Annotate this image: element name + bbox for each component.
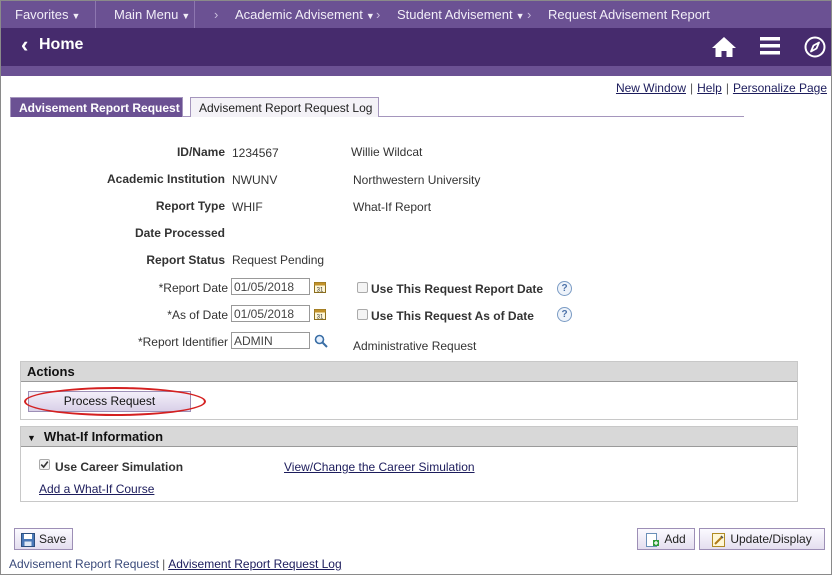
as-of-date-input[interactable] [231,305,310,322]
actions-header: Actions [21,362,797,382]
use-career-simulation-label: Use Career Simulation [55,460,184,474]
report-identifier-label: *Report Identifier [137,335,228,349]
update-display-label: Update/Display [730,532,812,546]
update-display-button[interactable]: Update/Display [699,528,825,550]
add-what-if-course-link[interactable]: Add a What-If Course [39,482,154,496]
favorites-menu[interactable]: Favorites ▼ [15,7,80,22]
add-button[interactable]: Add [637,528,695,550]
breadcrumb-academic-advisement[interactable]: Academic Advisement ▼ [235,7,375,22]
breadcrumb-student-advisement[interactable]: Student Advisement ▼ [397,7,525,22]
help-icon[interactable]: ? [557,281,572,296]
breadcrumb-request-advisement-report[interactable]: Request Advisement Report [548,7,710,22]
use-request-report-date-checkbox[interactable] [357,282,368,293]
use-request-report-date-label: Use This Request Report Date [371,282,544,296]
caret-down-icon: ▼ [181,11,191,21]
date-processed-label: Date Processed [134,226,225,240]
bottom-page-links: Advisement Report Request | Advisement Rep… [9,557,342,571]
report-type-name: What-If Report [353,200,432,214]
page-links: New Window | Help | Personalize Page [616,81,827,95]
favorites-label: Favorites [15,7,69,22]
use-career-simulation-checkbox[interactable] [39,459,50,470]
top-navigation-bar: Favorites ▼ Main Menu ▼ › Academic Advisem… [1,1,831,28]
hamburger-menu-icon[interactable] [760,37,780,55]
menu-separator [194,1,195,28]
header-divider [1,66,831,76]
svg-text:31: 31 [317,315,324,321]
add-label: Add [664,532,686,546]
tab-advisement-report-request-log[interactable]: Advisement Report Request Log [190,97,379,117]
view-change-career-simulation-link[interactable]: View/Change the Career Simulation [284,460,475,474]
academic-institution-label: Academic Institution [106,172,225,186]
home-title[interactable]: Home [39,36,83,54]
calendar-icon[interactable]: 31 [314,308,326,320]
home-icon[interactable] [711,36,737,58]
link-separator: | [725,81,729,95]
main-menu[interactable]: Main Menu ▼ [114,7,190,22]
caret-down-icon: ▼ [365,11,375,21]
report-type-code: WHIF [232,200,263,214]
as-of-date-label: *As of Date [167,308,228,322]
caret-down-icon: ▼ [71,11,81,21]
id-value: 1234567 [232,146,279,160]
collapse-arrow-icon: ▼ [27,433,36,443]
use-request-as-of-date-checkbox[interactable] [357,309,368,320]
link-separator: | [690,81,694,95]
link-separator: | [162,557,166,571]
home-bar: ‹ Home [1,28,831,66]
breadcrumb-arrow-icon: › [527,7,532,22]
breadcrumb-arrow-icon: › [214,7,219,22]
calendar-icon[interactable]: 31 [314,281,326,293]
what-if-header[interactable]: ▼ What-If Information [21,427,797,447]
breadcrumb-arrow-icon: › [376,7,381,22]
caret-down-icon: ▼ [515,11,525,21]
institution-code: NWUNV [232,173,278,187]
floppy-disk-icon [21,532,35,547]
main-menu-label: Main Menu [114,7,179,22]
lookup-search-icon[interactable] [314,334,328,348]
navbar-compass-icon[interactable] [804,36,826,58]
breadcrumb-label: Academic Advisement [235,7,363,22]
save-button[interactable]: Save [14,528,74,550]
new-window-link[interactable]: New Window [616,81,686,95]
report-type-label: Report Type [155,199,225,213]
page-tabs: Advisement Report Request Advisement Rep… [10,97,744,117]
id-name-label: ID/Name [176,145,225,159]
save-label: Save [39,532,67,546]
personalize-page-link[interactable]: Personalize Page [733,81,827,95]
report-identifier-input[interactable] [231,332,310,349]
name-value: Willie Wildcat [351,145,423,159]
what-if-header-label: What-If Information [43,429,164,444]
svg-text:31: 31 [317,288,324,294]
report-date-label: *Report Date [158,281,228,295]
institution-name: Northwestern University [353,173,481,187]
bottom-link-advisement-report-request[interactable]: Advisement Report Request [9,557,159,571]
checkmark-icon [40,461,49,469]
tab-advisement-report-request[interactable]: Advisement Report Request [10,97,183,117]
report-status-value: Request Pending [232,253,325,267]
back-chevron-icon[interactable]: ‹ [21,34,28,56]
breadcrumb-label: Student Advisement [397,7,513,22]
update-display-icon [712,532,726,547]
use-request-as-of-date-label: Use This Request As of Date [371,309,534,323]
report-identifier-description: Administrative Request [353,339,477,353]
menu-separator [95,1,96,28]
highlight-oval [24,387,206,416]
page-frame: Favorites ▼ Main Menu ▼ › Academic Advisem… [0,0,832,575]
help-icon[interactable]: ? [557,307,572,322]
help-link[interactable]: Help [697,81,722,95]
report-date-input[interactable] [231,278,310,295]
bottom-link-advisement-report-request-log[interactable]: Advisement Report Request Log [168,557,341,571]
report-status-label: Report Status [146,253,225,267]
add-page-icon [646,532,660,547]
